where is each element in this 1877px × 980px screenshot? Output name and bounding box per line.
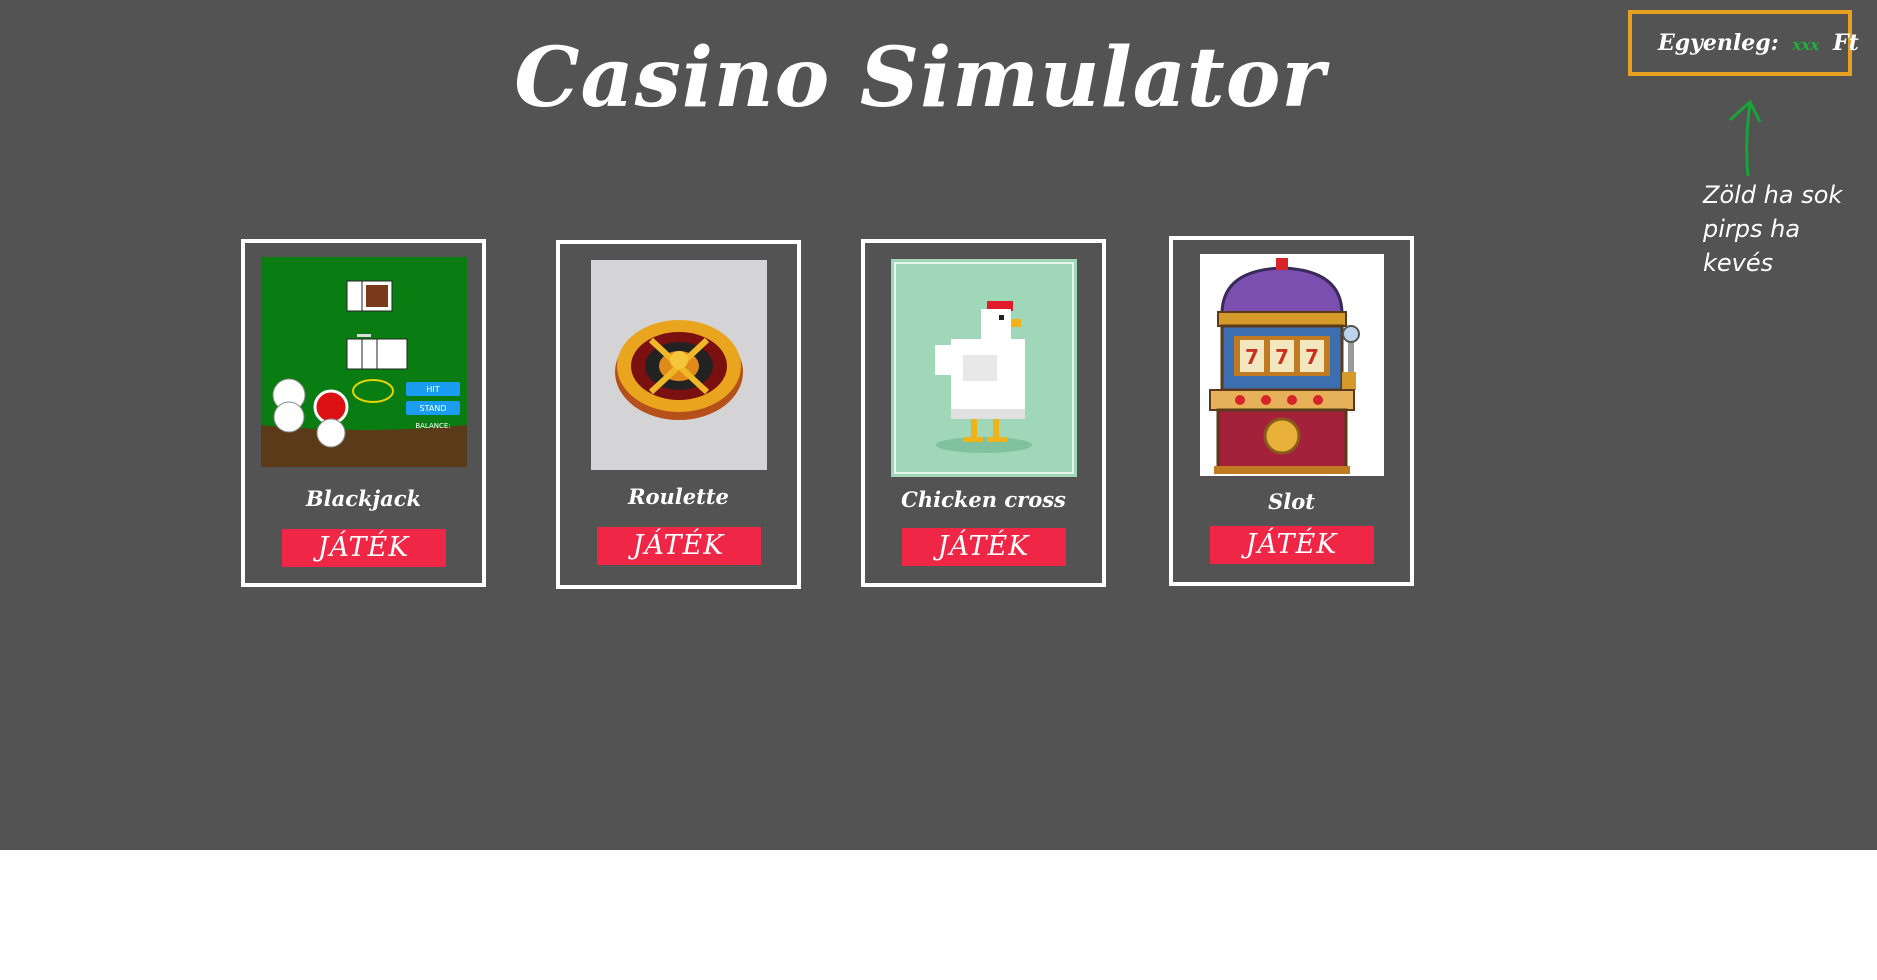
- play-slot-button[interactable]: JÁTÉK: [1209, 526, 1374, 564]
- thumb-stand-label: STAND: [419, 404, 446, 413]
- annotation-line-1: Zöld ha sok: [1703, 181, 1843, 209]
- slot-machine-icon: 7 7 7: [1199, 254, 1384, 476]
- blackjack-image: HIT STAND BALANCE:: [260, 257, 467, 467]
- game-card-roulette[interactable]: Roulette JÁTÉK: [556, 240, 801, 589]
- slot-reel-1: 7: [1245, 345, 1259, 369]
- balance-label: Egyenleg:: [1658, 30, 1779, 56]
- annotation-line-2: pirps ha kevés: [1703, 215, 1801, 277]
- game-card-blackjack[interactable]: HIT STAND BALANCE: Blackjack JÁTÉK: [241, 239, 486, 587]
- page-title: Casino Simulator: [514, 30, 1326, 126]
- chicken-icon: [890, 259, 1077, 477]
- game-title: Blackjack: [305, 486, 422, 511]
- page-stage: Casino Simulator Egyenleg: xxx Ft Zöld h…: [0, 0, 1877, 850]
- game-title: Roulette: [628, 484, 729, 509]
- annotation-arrow-icon: [1728, 99, 1762, 177]
- play-roulette-button[interactable]: JÁTÉK: [596, 527, 761, 565]
- chicken-image: [890, 259, 1077, 477]
- blackjack-table-icon: HIT STAND BALANCE:: [260, 257, 467, 467]
- thumb-balance-label: BALANCE:: [415, 422, 450, 430]
- slot-image: 7 7 7: [1199, 254, 1384, 476]
- roulette-wheel-icon: [590, 260, 767, 470]
- play-chicken-cross-button[interactable]: JÁTÉK: [901, 528, 1066, 566]
- game-card-slot[interactable]: 7 7 7 Slot JÁTÉK: [1169, 236, 1414, 586]
- game-title: Slot: [1268, 489, 1315, 514]
- balance-currency: Ft: [1832, 30, 1859, 56]
- balance-box: Egyenleg: xxx Ft: [1628, 10, 1859, 76]
- play-blackjack-button[interactable]: JÁTÉK: [281, 529, 446, 567]
- roulette-image: [590, 260, 767, 470]
- balance-amount: xxx: [1792, 36, 1820, 54]
- slot-reel-3: 7: [1305, 345, 1319, 369]
- thumb-hit-label: HIT: [426, 385, 439, 394]
- annotation-note: Zöld ha sok pirps ha kevés: [1703, 178, 1877, 280]
- game-title: Chicken cross: [901, 487, 1066, 512]
- game-card-chicken-cross[interactable]: Chicken cross JÁTÉK: [861, 239, 1106, 587]
- slot-reel-2: 7: [1275, 345, 1289, 369]
